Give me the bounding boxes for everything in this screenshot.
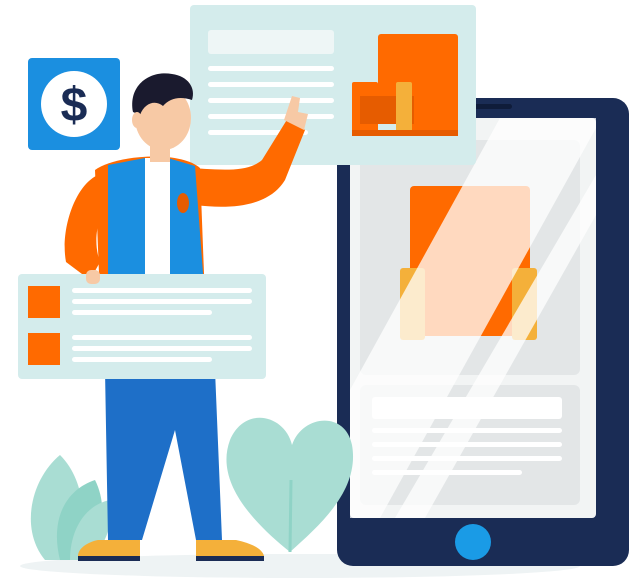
list-item-marker (28, 333, 60, 365)
home-button-icon (455, 524, 491, 560)
panel-text-line (208, 114, 334, 119)
heart-plant (226, 417, 354, 553)
currency-symbol: $ (61, 79, 88, 132)
product-panel-top (190, 5, 476, 165)
name-badge (177, 193, 189, 213)
list-panel-left (18, 274, 266, 379)
smartphone (337, 98, 629, 566)
trousers (105, 370, 222, 540)
list-text-line (72, 299, 252, 304)
list-text-line (72, 357, 212, 362)
dollar-badge: $ (28, 58, 120, 150)
ear (132, 112, 142, 128)
panel-text-line (208, 98, 334, 103)
ecommerce-illustration: $ (18, 5, 629, 578)
phone-speaker (470, 104, 512, 109)
list-text-line (72, 310, 212, 315)
shoe (196, 540, 264, 556)
panel-text-line (208, 82, 334, 87)
list-text-line (72, 346, 252, 351)
list-text-line (72, 288, 252, 293)
list-item-marker (28, 286, 60, 318)
panel-text-line (208, 66, 334, 71)
hand (86, 270, 100, 284)
panel-title-bar (208, 30, 334, 54)
list-text-line (72, 335, 252, 340)
